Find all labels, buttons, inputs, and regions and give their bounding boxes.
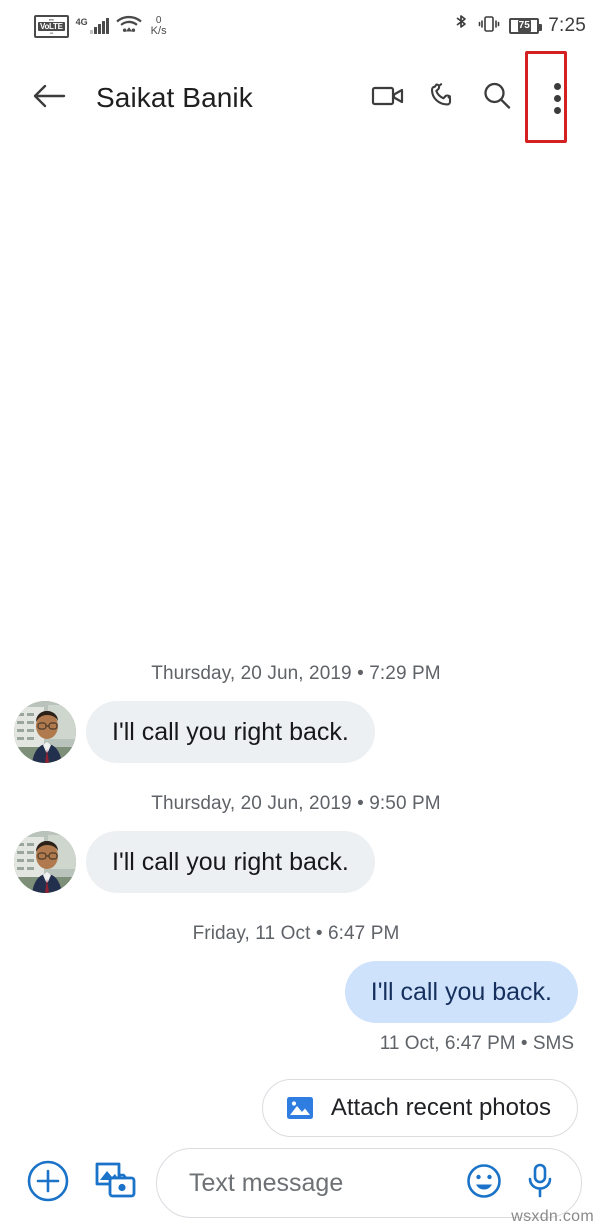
message-bubble[interactable]: I'll call you back. — [344, 961, 578, 1023]
battery-level-label: 75 — [517, 20, 531, 32]
message-bubble[interactable]: I'll call you right back. — [86, 831, 375, 893]
signal-bars — [89, 18, 109, 34]
message-row: I'll call you back. — [14, 961, 578, 1023]
message-status: 11 Oct, 6:47 PM • SMS — [379, 1033, 574, 1054]
more-options-button[interactable] — [525, 51, 586, 143]
message-group: Thursday, 20 Jun, 2019 • 7:29 PM I'll ca… — [14, 633, 578, 763]
plus-circle-icon — [25, 1158, 71, 1209]
page-title: Saikat Banik — [96, 82, 253, 113]
data-rate-indicator: 0 K/s — [150, 16, 167, 37]
vibrate-icon — [478, 14, 500, 39]
date-separator: Friday, 11 Oct • 6:47 PM — [192, 923, 400, 944]
volte-label: VoLTE — [38, 21, 65, 31]
conversation-toolbar: Saikat Banik — [0, 51, 600, 144]
emoji-icon — [464, 1161, 504, 1206]
avatar[interactable] — [14, 701, 76, 763]
signal-icon: 4G — [76, 18, 109, 34]
status-bar: ▪▪▪▪ VoLTE ▪▪▪▪ 4G 0 K/s 75 7:25 — [0, 0, 600, 52]
date-separator: Thursday, 20 Jun, 2019 • 7:29 PM — [151, 663, 441, 684]
battery-icon: 75 — [509, 18, 543, 34]
voice-input-button[interactable] — [517, 1160, 563, 1206]
video-call-icon — [371, 82, 407, 115]
date-separator: Thursday, 20 Jun, 2019 • 9:50 PM — [151, 793, 441, 814]
messaging-app-screen: ▪▪▪▪ VoLTE ▪▪▪▪ 4G 0 K/s 75 7:25 Saikat … — [0, 0, 600, 1229]
add-attachment-button[interactable] — [20, 1155, 76, 1211]
data-rate-unit: K/s — [150, 25, 167, 37]
microphone-icon — [521, 1161, 559, 1206]
search-icon — [481, 80, 513, 117]
gallery-camera-icon — [93, 1159, 139, 1208]
message-row: I'll call you right back. — [14, 701, 578, 763]
highlight-annotation — [525, 51, 567, 143]
back-button[interactable] — [26, 71, 72, 125]
avatar[interactable] — [14, 831, 76, 893]
photo-icon — [285, 1093, 315, 1123]
bluetooth-icon — [453, 13, 469, 40]
chip-label: Attach recent photos — [330, 1094, 551, 1121]
gallery-camera-button[interactable] — [88, 1155, 144, 1211]
suggestion-chip-row: Attach recent photos — [14, 1079, 578, 1137]
compose-bar: Text message — [0, 1137, 600, 1229]
volte-icon: ▪▪▪▪ VoLTE ▪▪▪▪ — [34, 14, 69, 38]
more-options-icon — [553, 82, 561, 114]
message-row: I'll call you right back. — [14, 831, 578, 893]
message-bubble[interactable]: I'll call you right back. — [86, 701, 375, 763]
attach-recent-photos-chip[interactable]: Attach recent photos — [261, 1079, 578, 1137]
message-thread[interactable]: Thursday, 20 Jun, 2019 • 7:29 PM I'll ca… — [0, 144, 600, 1137]
message-group: Friday, 11 Oct • 6:47 PM I'll call you b… — [14, 893, 578, 1055]
video-call-button[interactable] — [362, 71, 416, 125]
search-button[interactable] — [470, 71, 524, 125]
phone-call-icon — [427, 80, 459, 117]
text-message-placeholder: Text message — [189, 1168, 344, 1197]
back-arrow-icon — [32, 81, 66, 116]
phone-call-button[interactable] — [416, 71, 470, 125]
emoji-button[interactable] — [461, 1160, 507, 1206]
status-bar-right: 75 7:25 — [453, 13, 586, 40]
wifi-icon — [115, 14, 142, 39]
message-group: Thursday, 20 Jun, 2019 • 9:50 PM I'll ca… — [14, 763, 578, 893]
watermark: wsxdn.com — [511, 1208, 594, 1225]
network-type-label: 4G — [75, 17, 88, 27]
status-bar-left: ▪▪▪▪ VoLTE ▪▪▪▪ 4G 0 K/s — [34, 14, 167, 39]
clock-label: 7:25 — [548, 15, 586, 36]
